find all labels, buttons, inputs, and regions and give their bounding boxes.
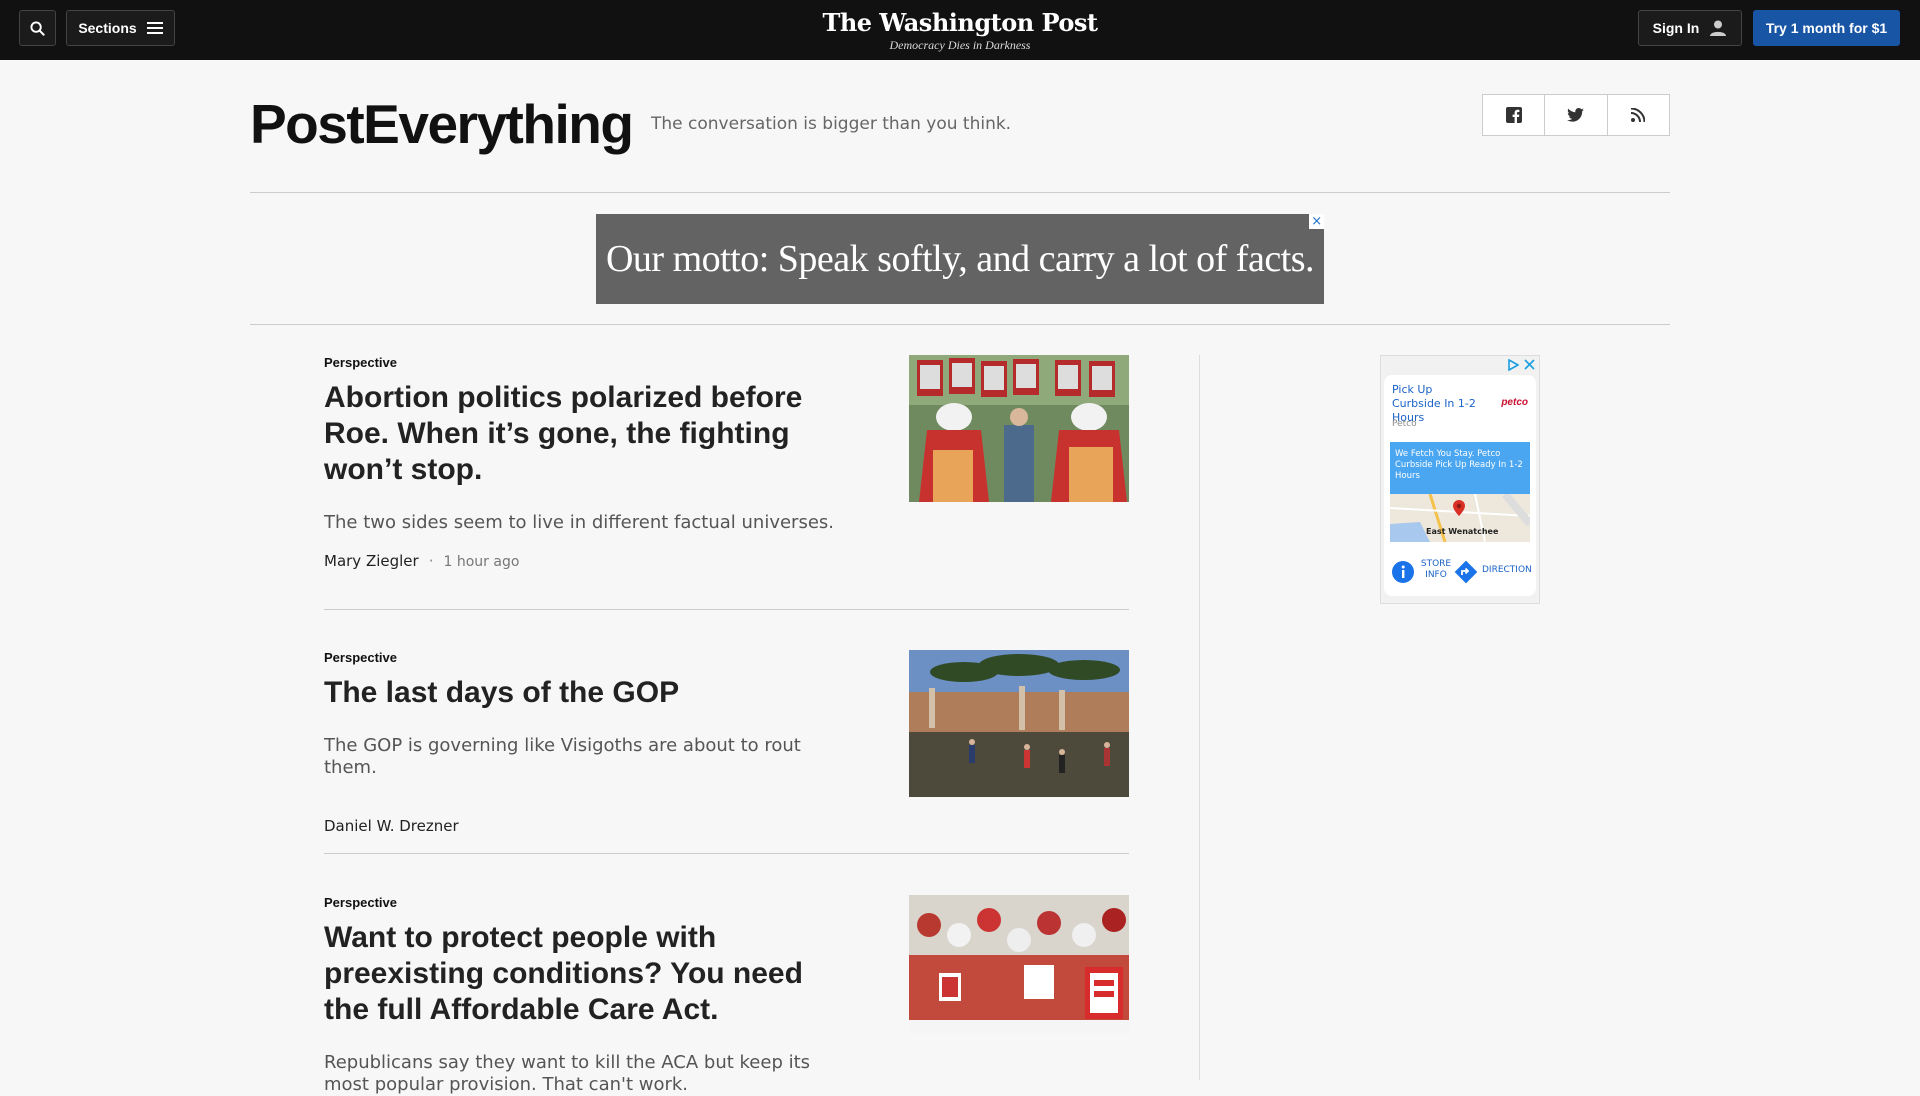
facebook-button[interactable] — [1483, 95, 1546, 135]
search-icon — [30, 20, 45, 36]
ad-divider — [250, 324, 1670, 325]
ad-advertiser: Petco — [1392, 419, 1417, 429]
ad-map[interactable]: East Wenatchee — [1390, 494, 1530, 542]
article-headline[interactable]: Want to protect people with preexisting … — [324, 920, 824, 1028]
twitter-icon — [1567, 108, 1585, 122]
header-divider — [250, 192, 1670, 193]
sign-in-label: Sign In — [1652, 20, 1700, 36]
ad-blurb: We Fetch You Stay. Petco Curbside Pick U… — [1390, 442, 1530, 494]
ad-close-icon[interactable]: × — [1309, 214, 1324, 229]
ad-banner-text: Our motto: Speak softly, and carry a lot… — [605, 238, 1315, 280]
author-link[interactable]: Daniel W. Drezner — [324, 817, 459, 835]
top-navigation-bar: Sections The Washington Post Democracy D… — [0, 0, 1920, 60]
ad-card: Pick Up Curbside In 1-2 Hours petco Petc… — [1384, 375, 1536, 596]
search-button[interactable] — [19, 10, 56, 46]
try-subscription-label: Try 1 month for $1 — [1765, 20, 1888, 36]
masthead-tagline: Democracy Dies in Darkness — [889, 38, 1031, 52]
sections-label: Sections — [78, 20, 137, 36]
article-thumbnail[interactable] — [909, 895, 1129, 1033]
article-card: Perspective Want to protect people with … — [324, 895, 1129, 1096]
healthcare-protest-photo-image — [909, 895, 1129, 1033]
info-icon[interactable] — [1392, 561, 1414, 583]
rss-button[interactable] — [1608, 95, 1669, 135]
masthead[interactable]: The Washington Post Democracy Dies in Da… — [760, 8, 1160, 53]
rss-icon — [1631, 108, 1646, 122]
adchoices-icon[interactable] — [1507, 359, 1519, 371]
social-follow-buttons — [1482, 94, 1670, 136]
article-thumbnail[interactable] — [909, 650, 1129, 797]
map-label: East Wenatchee — [1426, 527, 1499, 536]
article-timestamp: 1 hour ago — [443, 554, 520, 570]
try-subscription-button[interactable]: Try 1 month for $1 — [1753, 10, 1900, 46]
sections-menu-button[interactable]: Sections — [66, 10, 175, 46]
washington-post-logo[interactable]: The Washington Post — [760, 8, 1160, 37]
article-dek: Republicans say they want to kill the AC… — [324, 1052, 811, 1095]
user-icon — [1710, 20, 1727, 36]
sign-in-button[interactable]: Sign In — [1638, 10, 1742, 46]
article-byline: Daniel W. Drezner — [324, 817, 1129, 835]
sidebar-advertisement[interactable]: Pick Up Curbside In 1-2 Hours petco Petc… — [1380, 355, 1540, 604]
article-headline[interactable]: Abortion politics polarized before Roe. … — [324, 380, 824, 488]
column-divider — [1199, 355, 1200, 1080]
article-headline[interactable]: The last days of the GOP — [324, 675, 824, 711]
ad-close-icon[interactable] — [1524, 359, 1535, 370]
store-info-button[interactable]: STORE INFO — [1419, 559, 1453, 581]
article-dek: The GOP is governing like Visigoths are … — [324, 735, 801, 778]
petco-logo: petco — [1501, 397, 1528, 408]
directions-button[interactable]: DIRECTION — [1482, 565, 1536, 576]
advertisement-banner[interactable]: Our motto: Speak softly, and carry a lot… — [596, 214, 1324, 304]
article-thumbnail[interactable] — [909, 355, 1129, 502]
twitter-button[interactable] — [1545, 95, 1608, 135]
ad-actions: STORE INFO DIRECTION — [1390, 557, 1536, 587]
author-link[interactable]: Mary Ziegler — [324, 552, 419, 570]
article-card: Perspective Abortion politics polarized … — [324, 355, 1129, 570]
directions-icon[interactable] — [1454, 560, 1478, 584]
byline-separator: · — [428, 552, 434, 570]
article-card: Perspective The last days of the GOP The… — [324, 650, 1129, 835]
article-divider — [324, 853, 1129, 854]
hamburger-menu-icon — [146, 22, 163, 34]
article-divider — [324, 609, 1129, 610]
map-pin-icon — [1453, 500, 1465, 516]
article-dek: The two sides seem to live in different … — [324, 512, 834, 533]
roman-ruins-photo-image — [909, 650, 1129, 797]
protest-photo-image — [909, 355, 1129, 502]
section-title: PostEverything — [250, 93, 634, 155]
article-byline: Mary Ziegler · 1 hour ago — [324, 552, 1129, 570]
facebook-icon — [1505, 107, 1522, 123]
section-subtitle: The conversation is bigger than you thin… — [651, 114, 1012, 134]
